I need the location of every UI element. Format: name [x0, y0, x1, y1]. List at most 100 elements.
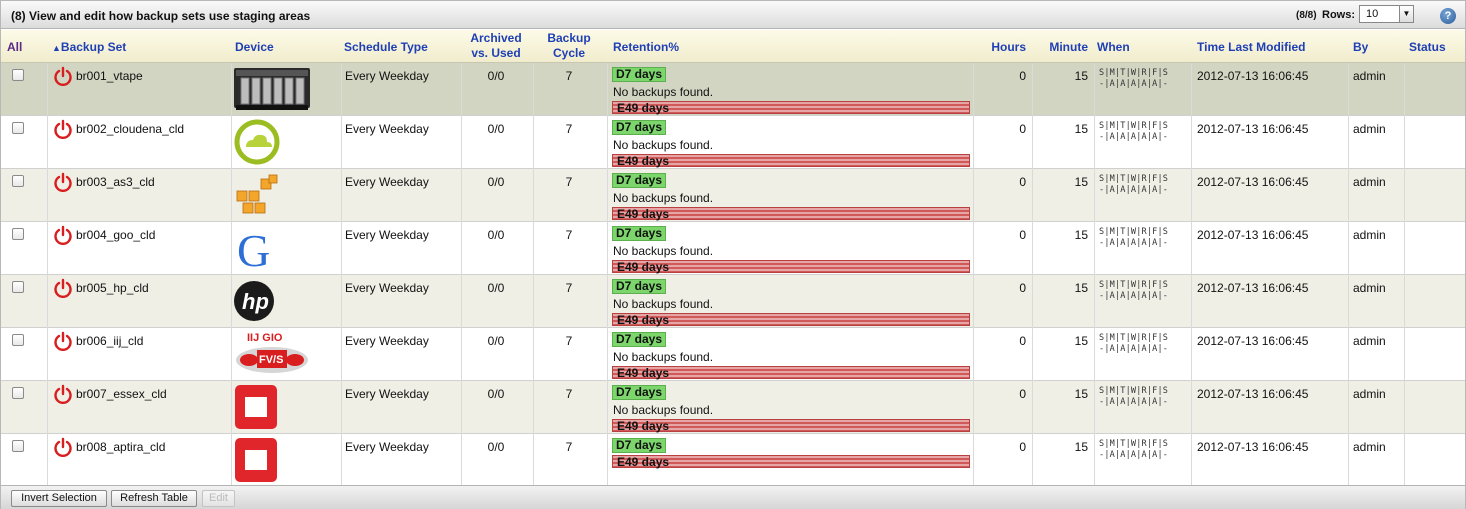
select-all-link[interactable]: All — [7, 40, 22, 54]
column-archived-vs-used[interactable]: Archived vs. Used — [462, 31, 530, 61]
column-divider — [607, 63, 608, 485]
backup-cycle: 7 — [565, 387, 573, 401]
modified-by: admin — [1353, 281, 1386, 295]
table-row[interactable]: br006_iij_cld IIJ GIO FV/S Every Weekday 0/0… — [1, 328, 1465, 381]
time-last-modified: 2012-07-13 16:06:45 — [1197, 69, 1309, 83]
column-divider — [47, 63, 48, 485]
backup-set-name[interactable]: br008_aptira_cld — [76, 440, 165, 454]
power-icon[interactable] — [53, 331, 73, 351]
no-backups-text: No backups found. — [613, 297, 714, 311]
row-select-checkbox[interactable] — [12, 175, 24, 187]
archived-vs-used: 0/0 — [487, 175, 505, 189]
when-flags: -|A|A|A|A|A|- — [1099, 79, 1169, 89]
backup-set-name[interactable]: br007_essex_cld — [76, 387, 167, 401]
power-icon[interactable] — [53, 437, 73, 457]
minute-value: 15 — [1074, 69, 1088, 83]
column-cycle-label-2: Cycle — [552, 46, 586, 60]
backup-set-name[interactable]: br001_vtape — [76, 69, 143, 83]
retention-expire-bar: E49 days — [612, 366, 970, 379]
column-schedule-type[interactable]: Schedule Type — [344, 40, 428, 54]
column-backup-set-label: Backup Set — [60, 40, 127, 54]
when-schedule: S|M|T|W|R|F|S -|A|A|A|A|A|- — [1099, 386, 1168, 408]
when-schedule: S|M|T|W|R|F|S -|A|A|A|A|A|- — [1099, 227, 1168, 249]
when-days: S|M|T|W|R|F|S — [1099, 227, 1169, 237]
power-icon[interactable] — [53, 172, 73, 192]
retention-cell: D7 days No backups found. E49 days — [612, 226, 970, 273]
table-row[interactable]: br005_hp_cld hp Every Weekday 0/0 7 D7 days No… — [1, 275, 1465, 328]
device-iij-gio-icon: IIJ GIO FV/S — [233, 330, 311, 378]
schedule-type: Every Weekday — [345, 281, 429, 295]
table-row[interactable]: br008_aptira_cld Every Weekday 0/0 7 D7 days… — [1, 434, 1465, 487]
backup-set-name[interactable]: br004_goo_cld — [76, 228, 155, 242]
table-row[interactable]: br004_goo_cld G Every Weekday 0/0 7 D7 days No… — [1, 222, 1465, 276]
modified-by: admin — [1353, 228, 1386, 242]
column-hours[interactable]: Hours — [976, 40, 1026, 54]
retention-cell: D7 days No backups found. E49 days — [612, 120, 970, 167]
row-select-checkbox[interactable] — [12, 281, 24, 293]
row-select-checkbox[interactable] — [12, 387, 24, 399]
column-backup-set[interactable]: ▲Backup Set — [52, 40, 126, 54]
power-icon[interactable] — [53, 119, 73, 139]
table-row[interactable]: br003_as3_cld Every Weekday 0/0 7 D7 days No … — [1, 169, 1465, 222]
table-header: All ▲Backup Set Device Schedule Type Arc… — [1, 30, 1465, 63]
time-last-modified: 2012-07-13 16:06:45 — [1197, 228, 1309, 242]
rows-per-page-select[interactable]: 10 ▼ — [1359, 5, 1414, 23]
row-select-checkbox[interactable] — [12, 440, 24, 452]
backup-set-name[interactable]: br003_as3_cld — [76, 175, 155, 189]
power-icon[interactable] — [53, 225, 73, 245]
modified-by: admin — [1353, 122, 1386, 136]
power-icon[interactable] — [53, 384, 73, 404]
svg-text:hp: hp — [242, 289, 269, 314]
hours-value: 0 — [1019, 122, 1026, 136]
when-flags: -|A|A|A|A|A|- — [1099, 397, 1169, 407]
column-backup-cycle[interactable]: Backup Cycle — [535, 31, 603, 61]
when-flags: -|A|A|A|A|A|- — [1099, 132, 1169, 142]
schedule-type: Every Weekday — [345, 228, 429, 242]
backup-staging-grid: (8) View and edit how backup sets use st… — [0, 0, 1466, 509]
edit-button[interactable]: Edit — [202, 490, 235, 507]
row-select-checkbox[interactable] — [12, 334, 24, 346]
schedule-type: Every Weekday — [345, 175, 429, 189]
column-minute[interactable]: Minute — [1036, 40, 1088, 54]
column-divider — [1094, 63, 1095, 485]
column-status[interactable]: Status — [1409, 40, 1446, 54]
invert-selection-button[interactable]: Invert Selection — [11, 490, 107, 507]
table-row[interactable]: br007_essex_cld Every Weekday 0/0 7 D7 days N… — [1, 381, 1465, 434]
column-time-last-modified[interactable]: Time Last Modified — [1197, 40, 1305, 54]
retention-expire-bar: E49 days — [612, 419, 970, 432]
rows-label: Rows: — [1322, 9, 1355, 21]
table-row[interactable]: br002_cloudena_cld Every Weekday 0/0 7 D7 da… — [1, 116, 1465, 169]
backup-set-name[interactable]: br006_iij_cld — [76, 334, 143, 348]
modified-by: admin — [1353, 334, 1386, 348]
power-icon[interactable] — [53, 66, 73, 86]
device-vtape-icon — [233, 65, 311, 113]
column-divider — [1191, 63, 1192, 485]
refresh-table-button[interactable]: Refresh Table — [111, 490, 197, 507]
device-hp-icon: hp — [233, 277, 311, 325]
row-select-checkbox[interactable] — [12, 228, 24, 240]
no-backups-text: No backups found. — [613, 138, 714, 152]
row-select-checkbox[interactable] — [12, 69, 24, 81]
column-when[interactable]: When — [1097, 40, 1130, 54]
retention-days-bar: D7 days — [612, 173, 667, 188]
table-row[interactable]: br001_vtape Every Weekday 0/0 7 D7 days No ba… — [1, 63, 1465, 116]
power-icon[interactable] — [53, 278, 73, 298]
help-icon[interactable]: ? — [1440, 8, 1456, 24]
retention-expire-bar: E49 days — [612, 101, 970, 114]
row-select-checkbox[interactable] — [12, 122, 24, 134]
schedule-type: Every Weekday — [345, 440, 429, 454]
backup-set-name[interactable]: br002_cloudena_cld — [76, 122, 184, 136]
minute-value: 15 — [1074, 175, 1088, 189]
column-by[interactable]: By — [1353, 40, 1368, 54]
when-days: S|M|T|W|R|F|S — [1099, 121, 1169, 131]
backup-cycle: 7 — [565, 334, 573, 348]
column-retention[interactable]: Retention% — [613, 40, 679, 54]
column-device[interactable]: Device — [235, 40, 274, 54]
time-last-modified: 2012-07-13 16:06:45 — [1197, 175, 1309, 189]
time-last-modified: 2012-07-13 16:06:45 — [1197, 122, 1309, 136]
sort-ascending-icon: ▲ — [52, 43, 61, 53]
column-divider — [533, 63, 534, 485]
backup-set-name[interactable]: br005_hp_cld — [76, 281, 149, 295]
modified-by: admin — [1353, 175, 1386, 189]
chevron-down-icon[interactable]: ▼ — [1399, 6, 1413, 22]
